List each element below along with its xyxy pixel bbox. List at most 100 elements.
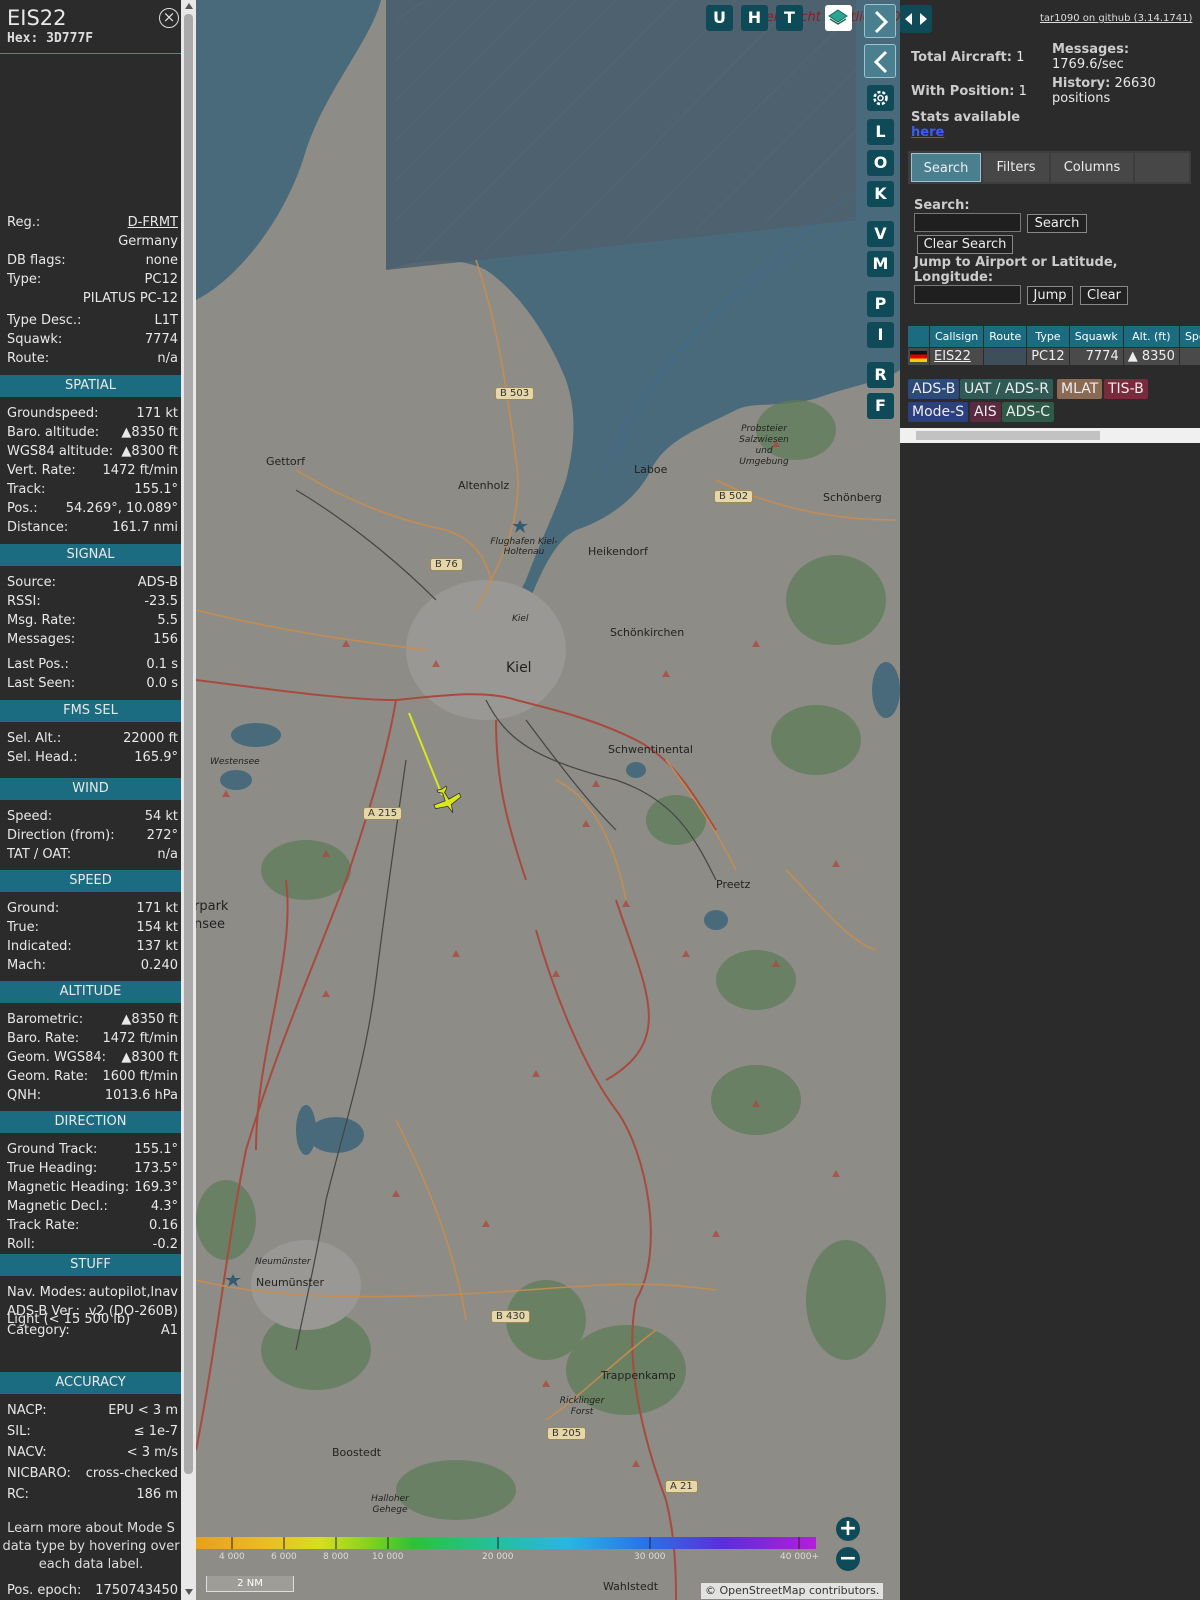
info-value: 155.1° — [134, 1142, 178, 1157]
country-value: Germany — [118, 234, 178, 249]
section-header-wind: WIND — [0, 778, 181, 800]
column-speed[interactable]: Spd — [1178, 325, 1200, 348]
search-input[interactable] — [914, 213, 1021, 232]
map-button-p[interactable]: P — [867, 291, 894, 317]
learn-more-note: Learn more about Mode S data type by hov… — [2, 1521, 180, 1572]
map-button-v[interactable]: V — [867, 221, 894, 247]
info-row-spatial: Pos.: 54.269°, 10.089° — [7, 499, 178, 518]
github-link[interactable]: tar1090 on github (3.14.1741) — [1040, 13, 1192, 24]
info-value: 0.240 — [140, 958, 178, 973]
section-header-direction: DIRECTION — [0, 1111, 181, 1133]
info-label: Source: — [7, 575, 57, 590]
info-label: RSSI: — [7, 594, 41, 609]
total-aircraft-value: 1 — [1016, 50, 1025, 65]
flag-cell — [907, 347, 930, 366]
map-button-i[interactable]: I — [867, 322, 894, 348]
jump-button[interactable]: Jump — [1027, 286, 1073, 305]
tab-blank[interactable] — [1135, 153, 1189, 182]
info-row-signal: Messages: 156 — [7, 630, 178, 649]
toggle-panels-button[interactable] — [900, 5, 932, 33]
callsign-cell[interactable]: EIS22 — [928, 347, 985, 366]
hex-label: Hex: — [7, 31, 39, 46]
info-value: autopilot,lnav — [88, 1285, 178, 1300]
info-row-signal: RSSI: -23.5 — [7, 592, 178, 611]
stats-here-link[interactable]: here — [911, 125, 944, 140]
source-chip-adsc[interactable]: ADS-C — [1002, 402, 1055, 422]
search-button[interactable]: Search — [1027, 214, 1087, 233]
map-label-park: rpark nsee — [196, 899, 229, 932]
jump-input[interactable] — [914, 285, 1021, 304]
zoom-out-button[interactable]: − — [836, 1547, 860, 1571]
info-label: Messages: — [7, 632, 76, 647]
source-chip-mlat[interactable]: MLAT — [1057, 379, 1103, 399]
map-label-boostedt: Boostedt — [332, 1446, 382, 1459]
route-value: n/a — [157, 351, 178, 366]
tab-search[interactable]: Search — [911, 153, 981, 182]
map-label-preetz: Preetz — [716, 878, 751, 891]
tab-columns[interactable]: Columns — [1051, 153, 1133, 182]
table-row[interactable]: EIS22 PC12 7774 ▲ 8350 — [907, 347, 1200, 366]
source-chip-tisb[interactable]: TIS-B — [1104, 379, 1148, 399]
info-value: 186 m — [136, 1487, 178, 1502]
layers-button[interactable] — [825, 5, 852, 31]
map-view[interactable]: Kieler Bucht westliche Ostsee Gettorf Al… — [196, 0, 900, 1600]
scrollbar-thumb[interactable] — [184, 14, 193, 1474]
source-chip-ais[interactable]: AIS — [970, 402, 1001, 422]
info-panel-scrollbar[interactable] — [181, 0, 196, 1600]
zoom-in-button[interactable]: + — [836, 1517, 860, 1541]
scroll-up-arrow-icon[interactable] — [185, 3, 193, 9]
info-row-accuracy: RC: 186 m — [7, 1485, 178, 1504]
info-value: 0.0 s — [146, 676, 178, 691]
map-attribution[interactable]: © OpenStreetMap contributors. — [701, 1583, 884, 1599]
tab-filters[interactable]: Filters — [983, 153, 1049, 182]
registration-link[interactable]: D-FRMT — [128, 213, 178, 232]
source-chip-adsb[interactable]: ADS-B — [908, 379, 960, 399]
scroll-down-arrow-icon[interactable] — [185, 1589, 193, 1595]
info-label: WGS84 altitude: — [7, 444, 114, 459]
map-button-o[interactable]: O — [867, 150, 894, 176]
column-altitude[interactable]: Alt. (ft) — [1122, 325, 1180, 348]
info-row-direction: Magnetic Heading: 169.3° — [7, 1178, 178, 1197]
info-label: Pos.: — [7, 501, 38, 516]
column-type[interactable]: Type — [1026, 325, 1070, 348]
map-button-u[interactable]: U — [706, 5, 733, 31]
column-squawk[interactable]: Squawk — [1068, 325, 1124, 348]
info-value: ≤ 1e-7 — [133, 1424, 178, 1439]
map-button-k[interactable]: K — [867, 181, 894, 207]
info-value: 1472 ft/min — [102, 463, 178, 478]
column-route[interactable]: Route — [983, 325, 1028, 348]
map-button-l[interactable]: L — [867, 119, 894, 145]
close-icon[interactable]: × — [159, 8, 179, 28]
info-row-fms: Sel. Head.: 165.9° — [7, 748, 178, 767]
settings-button[interactable] — [867, 85, 894, 111]
info-label: Direction (from): — [7, 828, 115, 843]
map-button-r[interactable]: R — [867, 362, 894, 388]
collapse-panel-button[interactable] — [864, 44, 896, 78]
info-label: Track: — [7, 482, 46, 497]
info-value: ▲8300 ft — [121, 1050, 178, 1065]
column-callsign[interactable]: Callsign — [928, 325, 985, 348]
map-label-gettorf: Gettorf — [266, 455, 306, 468]
table-horizontal-scrollbar[interactable] — [900, 428, 1200, 443]
map-button-m[interactable]: M — [867, 251, 894, 277]
map-label-kiel-small: Kiel — [512, 614, 529, 624]
column-flag[interactable] — [907, 325, 930, 348]
source-chip-modes[interactable]: Mode-S — [908, 402, 969, 422]
clear-button[interactable]: Clear — [1080, 286, 1128, 305]
road-a215: A 215 — [363, 807, 403, 820]
hscroll-thumb[interactable] — [916, 431, 1100, 440]
squawk-label: Squawk: — [7, 332, 63, 347]
source-chip-uat[interactable]: UAT / ADS-R — [960, 379, 1053, 399]
road-b205: B 205 — [547, 1427, 587, 1440]
map-button-t[interactable]: T — [776, 5, 803, 31]
info-value: 155.1° — [134, 482, 178, 497]
aircraft-marker-icon[interactable] — [429, 782, 466, 818]
map-label-ricklinger: Ricklinger Forst — [559, 1396, 605, 1417]
map-label-neumuenster: Neumünster — [256, 1276, 324, 1289]
map-button-h[interactable]: H — [741, 5, 768, 31]
aircraft-info-panel: EIS22 Hex: 3D777F × Reg.: D-FRMT Germany … — [0, 0, 185, 1600]
expand-panel-button[interactable] — [864, 4, 896, 38]
map-button-f[interactable]: F — [867, 393, 894, 419]
road-b430: B 430 — [491, 1310, 531, 1323]
clear-search-button[interactable]: Clear Search — [917, 235, 1013, 254]
